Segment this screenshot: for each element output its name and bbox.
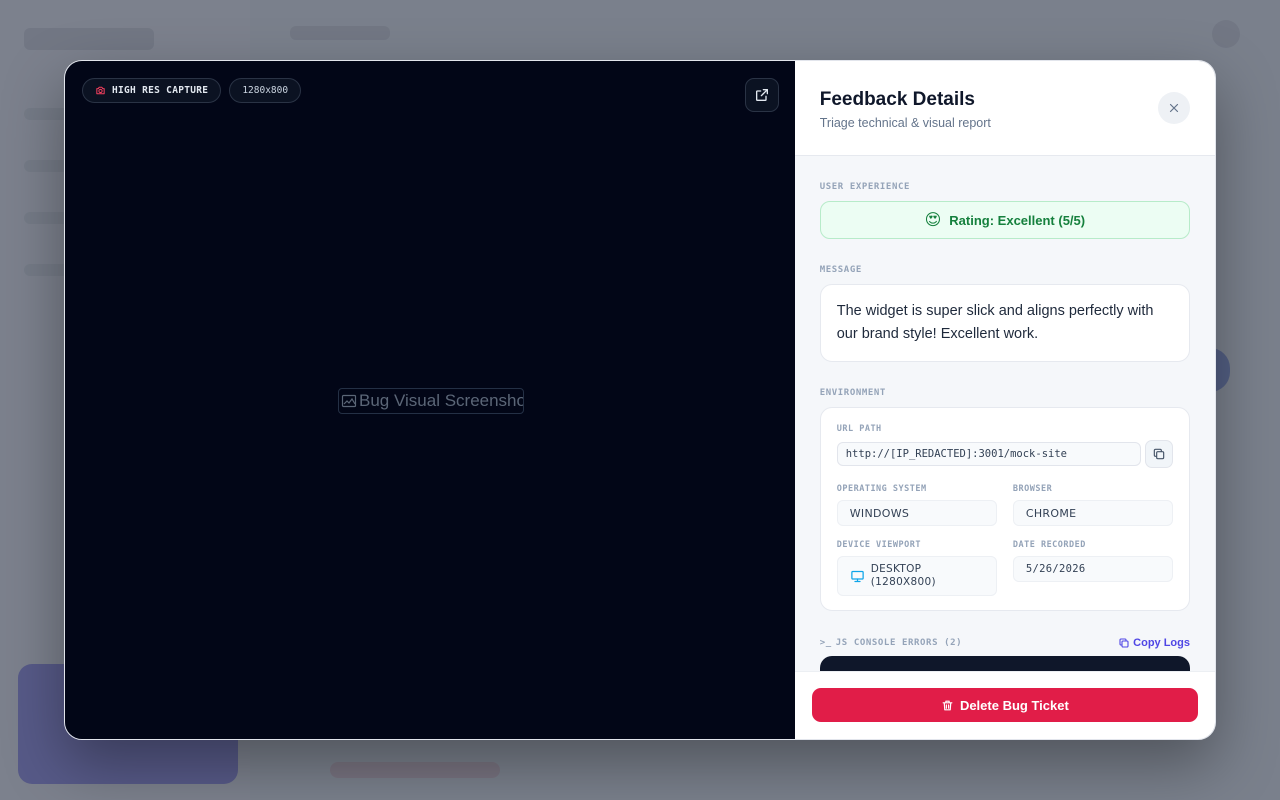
console-header: >_ JS CONSOLE ERRORS (2) Copy Logs [820, 637, 1190, 649]
panel-header: Feedback Details Triage technical & visu… [794, 61, 1215, 156]
os-label: OPERATING SYSTEM [836, 484, 927, 494]
message-text: The widget is super slick and aligns per… [819, 284, 1190, 362]
message-label: MESSAGE [819, 265, 862, 275]
trash-icon [942, 700, 953, 710]
resolution-badge: 1280x800 [229, 78, 302, 103]
url-field[interactable]: http://[IP_REDACTED]:3001/mock-site [836, 442, 1141, 466]
console-log-block [819, 656, 1190, 671]
broken-image-icon [341, 394, 357, 408]
console-label: JS CONSOLE ERRORS (2) [835, 638, 963, 648]
url-label: URL PATH [836, 424, 882, 434]
open-external-button[interactable] [744, 78, 779, 112]
copy-icon [1119, 638, 1129, 648]
browser-cell: BROWSER CHROME [1012, 484, 1173, 526]
terminal-icon: >_ [819, 638, 832, 648]
os-value: WINDOWS [836, 500, 997, 526]
copy-url-button[interactable] [1145, 440, 1173, 468]
viewport-value: DESKTOP (1280X800) [836, 556, 997, 596]
panel-footer: Delete Bug Ticket [794, 671, 1215, 739]
rating-badge: 😍 Rating: Excellent (5/5) [819, 201, 1190, 239]
image-alt-text: Bug Visual Screenshot [359, 391, 524, 410]
copy-icon [1153, 448, 1165, 460]
delete-ticket-label: Delete Bug Ticket [959, 697, 1069, 713]
close-button[interactable] [1158, 92, 1190, 124]
environment-card: URL PATH http://[IP_REDACTED]:3001/mock-… [819, 407, 1190, 611]
resolution-badge-label: 1280x800 [242, 85, 289, 96]
rating-text: Rating: Excellent (5/5) [949, 212, 1086, 228]
copy-logs-label: Copy Logs [1133, 637, 1190, 649]
os-cell: OPERATING SYSTEM WINDOWS [836, 484, 997, 526]
viewport-label: DEVICE VIEWPORT [836, 540, 921, 550]
delete-ticket-button[interactable]: Delete Bug Ticket [811, 688, 1198, 722]
monitor-icon [850, 570, 864, 582]
details-panel: Feedback Details Triage technical & visu… [794, 61, 1215, 739]
capture-badge-label: HIGH RES CAPTURE [112, 85, 209, 96]
environment-label: ENVIRONMENT [819, 388, 886, 398]
date-cell: DATE RECORDED 5/26/2026 [1012, 540, 1173, 596]
camera-icon [96, 86, 105, 95]
panel-body[interactable]: USER EXPERIENCE 😍 Rating: Excellent (5/5… [795, 156, 1215, 671]
console-title: >_ JS CONSOLE ERRORS (2) [820, 638, 962, 648]
heart-eyes-icon: 😍 [924, 210, 942, 229]
preview-badges: HIGH RES CAPTURE 1280x800 [82, 78, 302, 103]
panel-subtitle: Triage technical & visual report [819, 116, 991, 130]
feedback-modal: HIGH RES CAPTURE 1280x800 Bug Visual Scr… [64, 60, 1216, 740]
viewport-value-text: DESKTOP (1280X800) [870, 563, 936, 588]
bug-screenshot-image[interactable]: Bug Visual Screenshot [338, 388, 524, 414]
environment-grid: OPERATING SYSTEM WINDOWS BROWSER CHROME … [836, 484, 1173, 596]
close-icon [1169, 103, 1179, 113]
browser-label: BROWSER [1012, 484, 1053, 494]
browser-value: CHROME [1012, 500, 1173, 526]
copy-logs-button[interactable]: Copy Logs [1118, 637, 1190, 649]
screenshot-preview: HIGH RES CAPTURE 1280x800 Bug Visual Scr… [65, 61, 795, 739]
panel-title: Feedback Details [819, 89, 975, 110]
url-row: http://[IP_REDACTED]:3001/mock-site [836, 440, 1173, 468]
viewport-cell: DEVICE VIEWPORT DESKTOP (1280X800) [836, 540, 997, 596]
external-link-icon [755, 89, 768, 101]
capture-badge: HIGH RES CAPTURE [82, 78, 222, 103]
date-value: 5/26/2026 [1012, 556, 1173, 582]
experience-label: USER EXPERIENCE [819, 182, 911, 192]
date-label: DATE RECORDED [1012, 540, 1086, 550]
